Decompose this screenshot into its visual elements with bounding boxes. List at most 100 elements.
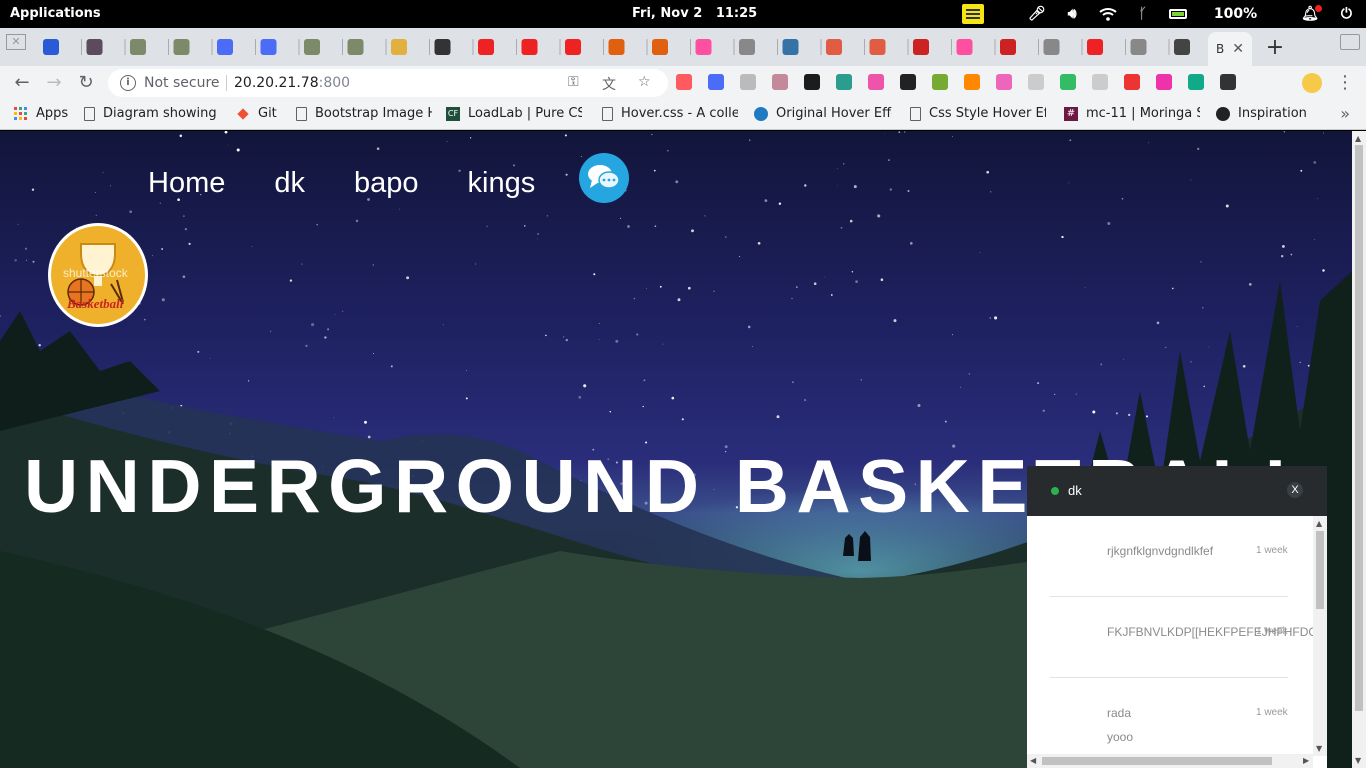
tab-favicon-icon[interactable] — [1000, 39, 1016, 55]
bookmark-star-icon[interactable]: ☆ — [638, 74, 651, 90]
nav-link-kings[interactable]: kings — [468, 167, 536, 200]
chat-scrollbar[interactable]: ▲ ▼ — [1313, 516, 1327, 756]
extension-icon[interactable] — [932, 74, 948, 90]
bookmark-git[interactable]: Git — [236, 106, 284, 121]
window-restore-icon[interactable] — [1340, 34, 1360, 50]
tab-favicon-icon[interactable] — [304, 39, 320, 55]
sticky-notes-icon[interactable] — [961, 4, 1006, 24]
extension-icon[interactable] — [964, 74, 980, 90]
chrome-menu-icon[interactable]: ⋮ — [1336, 72, 1354, 93]
extension-icon[interactable] — [1220, 74, 1236, 90]
tab-favicon-icon[interactable] — [260, 39, 277, 55]
bookmarks-overflow-icon[interactable]: » — [1340, 104, 1350, 123]
security-label[interactable]: Not secure — [144, 75, 220, 91]
nav-link-bapo[interactable]: bapo — [354, 167, 419, 200]
tab-favicon-icon[interactable] — [739, 39, 755, 55]
bookmark-hovercss[interactable]: Hover.css - A collect — [602, 106, 738, 121]
extension-icon[interactable] — [1156, 74, 1172, 90]
tab-active[interactable]: B ✕ — [1208, 32, 1252, 66]
tab-favicon-icon[interactable] — [869, 39, 886, 55]
bookmark-original-hover[interactable]: Original Hover Effec — [754, 106, 892, 121]
tab-favicon-icon[interactable] — [695, 39, 712, 55]
bookmark-apps[interactable]: Apps — [14, 106, 76, 121]
reload-icon[interactable]: ↻ — [74, 71, 98, 95]
bluetooth-icon[interactable]: ᚶ — [1139, 6, 1147, 22]
page-scrollbar[interactable]: ▲ ▼ — [1352, 131, 1366, 768]
bookmark-bootstrap[interactable]: Bootstrap Image Ho — [296, 106, 432, 121]
bookmark-loadlab[interactable]: CF LoadLab | Pure CSS — [446, 106, 582, 121]
profile-avatar-icon[interactable] — [1302, 73, 1322, 93]
extension-icon[interactable] — [1028, 74, 1044, 90]
tab-favicon-icon[interactable] — [217, 39, 233, 55]
extension-icon[interactable] — [1188, 74, 1204, 90]
background-tabs[interactable] — [0, 28, 1200, 66]
extension-icon[interactable] — [900, 74, 916, 90]
address-bar[interactable]: i Not secure 20.20.21.78:800 ⚿ 文 ☆ — [108, 69, 668, 97]
tab-favicon-icon[interactable] — [956, 39, 973, 55]
extension-icon[interactable] — [868, 74, 884, 90]
tab-favicon-icon[interactable] — [43, 39, 59, 55]
tab-favicon-icon[interactable] — [391, 39, 407, 55]
tab-favicon-icon[interactable] — [478, 39, 494, 55]
wifi-icon[interactable] — [1098, 7, 1117, 21]
notification-bell-icon[interactable]: 🔔︎ — [1301, 5, 1322, 22]
system-clock[interactable]: Fri, Nov 2 11:25 — [632, 6, 757, 21]
tab-favicon-icon[interactable] — [913, 39, 929, 55]
extension-icon[interactable] — [996, 74, 1012, 90]
nav-link-dk[interactable]: dk — [274, 167, 305, 200]
chat-toggle-button[interactable] — [579, 153, 629, 203]
chat-scroll-right-icon[interactable]: ▶ — [1303, 756, 1309, 765]
tab-favicon-icon[interactable] — [173, 39, 190, 55]
tab-favicon-icon[interactable] — [130, 39, 146, 55]
extension-icon[interactable] — [772, 74, 788, 90]
chat-scroll-down-icon[interactable]: ▼ — [1316, 744, 1322, 753]
tab-favicon-icon[interactable] — [565, 39, 581, 55]
extension-icon[interactable] — [804, 74, 820, 90]
scroll-up-arrow-icon[interactable]: ▲ — [1355, 134, 1361, 143]
power-icon[interactable]: ⏻ — [1341, 6, 1352, 22]
chat-scrollbar-thumb[interactable] — [1316, 531, 1324, 609]
tab-favicon-icon[interactable] — [1087, 39, 1103, 55]
key-icon[interactable]: ⚿ — [568, 74, 579, 90]
tab-close-icon[interactable]: ✕ — [1232, 41, 1244, 57]
bookmark-css-style[interactable]: Css Style Hover Effe — [910, 106, 1046, 121]
site-logo[interactable]: shutterstock Basketball — [48, 223, 148, 327]
battery-indicator[interactable]: 100% — [1169, 6, 1279, 22]
scroll-down-arrow-icon[interactable]: ▼ — [1355, 756, 1361, 765]
tab-favicon-icon[interactable] — [347, 39, 364, 55]
tab-favicon-icon[interactable] — [652, 39, 668, 55]
bookmark-diagram[interactable]: Diagram showing hc — [84, 106, 220, 121]
new-tab-button[interactable]: + — [1262, 36, 1288, 62]
tab-favicon-icon[interactable] — [608, 39, 625, 55]
bookmark-moringa[interactable]: # mc-11 | Moringa Sc — [1064, 106, 1200, 121]
bookmark-inspiration[interactable]: Inspiration — [1216, 106, 1320, 121]
extension-icon[interactable] — [1060, 74, 1076, 90]
tab-favicon-icon[interactable] — [782, 39, 799, 55]
forward-arrow-icon[interactable]: → — [42, 71, 66, 95]
translate-icon[interactable]: 文 — [602, 74, 616, 94]
chat-scroll-left-icon[interactable]: ◀ — [1030, 756, 1036, 765]
extension-icon[interactable] — [1124, 74, 1140, 90]
page-scrollbar-thumb[interactable] — [1355, 145, 1363, 711]
volume-icon[interactable]: 🔊︎ — [1068, 6, 1077, 22]
tab-favicon-icon[interactable] — [86, 39, 103, 55]
chat-scroll-up-icon[interactable]: ▲ — [1316, 519, 1322, 528]
chat-horizontal-scrollbar[interactable]: ◀ ▶ — [1027, 754, 1313, 768]
tab-favicon-icon[interactable] — [1174, 39, 1190, 55]
chat-hscroll-thumb[interactable] — [1042, 757, 1272, 765]
extension-icon[interactable] — [676, 74, 692, 90]
back-arrow-icon[interactable]: ← — [10, 71, 34, 95]
tab-favicon-icon[interactable] — [1130, 39, 1147, 55]
applications-menu[interactable]: Applications — [10, 6, 101, 21]
site-info-icon[interactable]: i — [120, 75, 136, 91]
extension-icon[interactable] — [708, 74, 724, 90]
tab-favicon-icon[interactable] — [521, 39, 538, 55]
tab-favicon-icon[interactable] — [434, 39, 451, 55]
chat-close-button[interactable]: X — [1287, 482, 1303, 498]
tab-favicon-icon[interactable] — [1043, 39, 1060, 55]
tab-favicon-icon[interactable] — [826, 39, 842, 55]
nav-link-home[interactable]: Home — [148, 167, 225, 200]
extension-icon[interactable] — [1092, 74, 1108, 90]
microphone-icon[interactable]: 🎤︎ — [1028, 6, 1046, 22]
extension-icon[interactable] — [836, 74, 852, 90]
